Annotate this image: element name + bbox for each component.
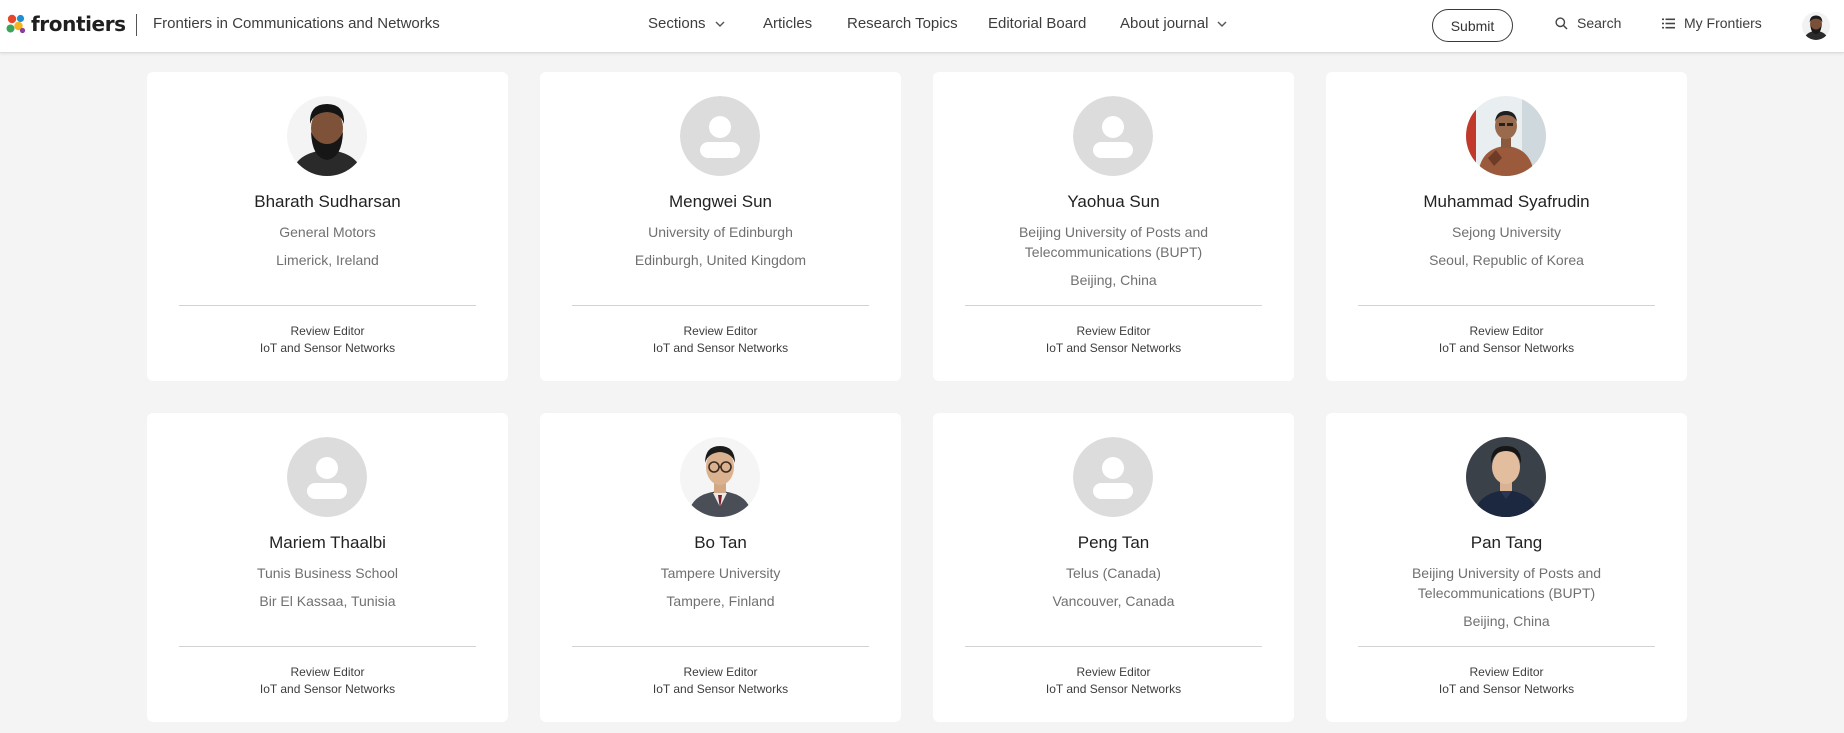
editor-institution: University of Edinburgh bbox=[648, 224, 793, 240]
editor-institution: Telus (Canada) bbox=[1066, 565, 1161, 581]
nav-about-journal[interactable]: About journal bbox=[1120, 15, 1227, 32]
brand-divider bbox=[136, 14, 137, 36]
nav-research-topics[interactable]: Research Topics bbox=[847, 15, 958, 32]
editor-name: Yaohua Sun bbox=[1067, 192, 1160, 211]
search-button[interactable]: Search bbox=[1555, 15, 1621, 31]
chevron-down-icon bbox=[1217, 21, 1227, 27]
chevron-down-icon bbox=[715, 21, 725, 27]
editor-section: IoT and Sensor Networks bbox=[1045, 341, 1182, 355]
nav-sections-label: Sections bbox=[648, 15, 706, 32]
editor-card[interactable]: Mariem Thaalbi Tunis Business School Bir… bbox=[147, 413, 508, 722]
editor-role: Review Editor bbox=[1469, 324, 1544, 338]
editor-name: Muhammad Syafrudin bbox=[1423, 192, 1590, 211]
default-avatar-icon bbox=[287, 437, 367, 517]
card-divider bbox=[965, 646, 1262, 647]
nav-editorial-board[interactable]: Editorial Board bbox=[988, 15, 1086, 32]
editor-section: IoT and Sensor Networks bbox=[1045, 682, 1182, 696]
editor-location: Tampere, Finland bbox=[666, 593, 775, 609]
editor-name: Peng Tan bbox=[1077, 533, 1150, 552]
editor-location: Beijing, China bbox=[1463, 613, 1550, 629]
editor-photo bbox=[1466, 96, 1546, 176]
editor-role: Review Editor bbox=[1076, 324, 1151, 338]
editor-card[interactable]: Bharath Sudharsan General Motors Limeric… bbox=[147, 72, 508, 381]
card-divider bbox=[1358, 305, 1655, 306]
editor-card[interactable]: Pan Tang Beijing University of Posts and… bbox=[1326, 413, 1687, 722]
card-divider bbox=[572, 305, 869, 306]
editor-card[interactable]: Yaohua Sun Beijing University of Posts a… bbox=[933, 72, 1294, 381]
card-divider bbox=[965, 305, 1262, 306]
editor-institution: Tunis Business School bbox=[256, 565, 399, 581]
nav-articles[interactable]: Articles bbox=[763, 15, 812, 32]
editor-location: Seoul, Republic of Korea bbox=[1429, 252, 1584, 268]
editor-institution: Tampere University bbox=[660, 565, 781, 581]
card-divider bbox=[179, 646, 476, 647]
editor-name: Bharath Sudharsan bbox=[254, 192, 401, 211]
editor-card[interactable]: Muhammad Syafrudin Sejong University Seo… bbox=[1326, 72, 1687, 381]
editor-institution: Sejong University bbox=[1452, 224, 1561, 240]
editor-name: Pan Tang bbox=[1470, 533, 1543, 552]
editor-role: Review Editor bbox=[1469, 665, 1544, 679]
editor-location: Beijing, China bbox=[1070, 272, 1157, 288]
editorial-board-grid: Bharath Sudharsan General Motors Limeric… bbox=[147, 72, 1688, 722]
editor-location: Vancouver, Canada bbox=[1052, 593, 1175, 609]
editor-section: IoT and Sensor Networks bbox=[652, 341, 789, 355]
list-menu-icon bbox=[1662, 18, 1675, 28]
editor-section: IoT and Sensor Networks bbox=[1438, 341, 1575, 355]
editor-photo bbox=[1466, 437, 1546, 517]
editor-photo bbox=[287, 96, 367, 176]
card-divider bbox=[1358, 646, 1655, 647]
editor-role: Review Editor bbox=[1076, 665, 1151, 679]
submit-button[interactable]: Submit bbox=[1432, 9, 1513, 42]
editor-photo bbox=[680, 437, 760, 517]
brand-name: frontiers bbox=[31, 12, 126, 36]
editor-section: IoT and Sensor Networks bbox=[652, 682, 789, 696]
search-icon bbox=[1555, 16, 1568, 30]
editor-institution: General Motors bbox=[279, 224, 376, 240]
card-divider bbox=[572, 646, 869, 647]
my-frontiers-button[interactable]: My Frontiers bbox=[1662, 15, 1762, 31]
editor-role: Review Editor bbox=[683, 665, 758, 679]
default-avatar-icon bbox=[1073, 437, 1153, 517]
journal-name-link[interactable]: Frontiers in Communications and Networks bbox=[153, 15, 440, 32]
frontiers-logo-icon bbox=[6, 14, 26, 34]
editor-card[interactable]: Bo Tan Tampere University Tampere, Finla… bbox=[540, 413, 901, 722]
editor-role: Review Editor bbox=[290, 324, 365, 338]
top-navigation-bar: frontiers Frontiers in Communications an… bbox=[0, 0, 1844, 53]
editor-section: IoT and Sensor Networks bbox=[259, 682, 396, 696]
editor-location: Bir El Kassaa, Tunisia bbox=[259, 593, 396, 609]
editor-card[interactable]: Peng Tan Telus (Canada) Vancouver, Canad… bbox=[933, 413, 1294, 722]
editor-location: Edinburgh, United Kingdom bbox=[634, 252, 807, 268]
default-avatar-icon bbox=[1073, 96, 1153, 176]
editor-location: Limerick, Ireland bbox=[276, 252, 379, 268]
editor-name: Mariem Thaalbi bbox=[269, 533, 386, 552]
editor-card[interactable]: Mengwei Sun University of Edinburgh Edin… bbox=[540, 72, 901, 381]
default-avatar-icon bbox=[680, 96, 760, 176]
nav-about-journal-label: About journal bbox=[1120, 15, 1209, 32]
user-avatar[interactable] bbox=[1802, 12, 1830, 40]
editor-section: IoT and Sensor Networks bbox=[1438, 682, 1575, 696]
nav-sections[interactable]: Sections bbox=[648, 15, 725, 32]
editor-institution: Beijing University of Posts and Telecomm… bbox=[1411, 565, 1602, 601]
editor-role: Review Editor bbox=[683, 324, 758, 338]
user-avatar-image bbox=[1802, 12, 1830, 40]
editor-institution: Beijing University of Posts and Telecomm… bbox=[1018, 224, 1209, 260]
frontiers-logo-link[interactable]: frontiers bbox=[6, 12, 126, 36]
editor-section: IoT and Sensor Networks bbox=[259, 341, 396, 355]
editor-name: Bo Tan bbox=[694, 533, 747, 552]
card-divider bbox=[179, 305, 476, 306]
editor-role: Review Editor bbox=[290, 665, 365, 679]
my-frontiers-label: My Frontiers bbox=[1684, 15, 1762, 31]
search-label: Search bbox=[1577, 15, 1622, 31]
editor-name: Mengwei Sun bbox=[668, 192, 772, 211]
